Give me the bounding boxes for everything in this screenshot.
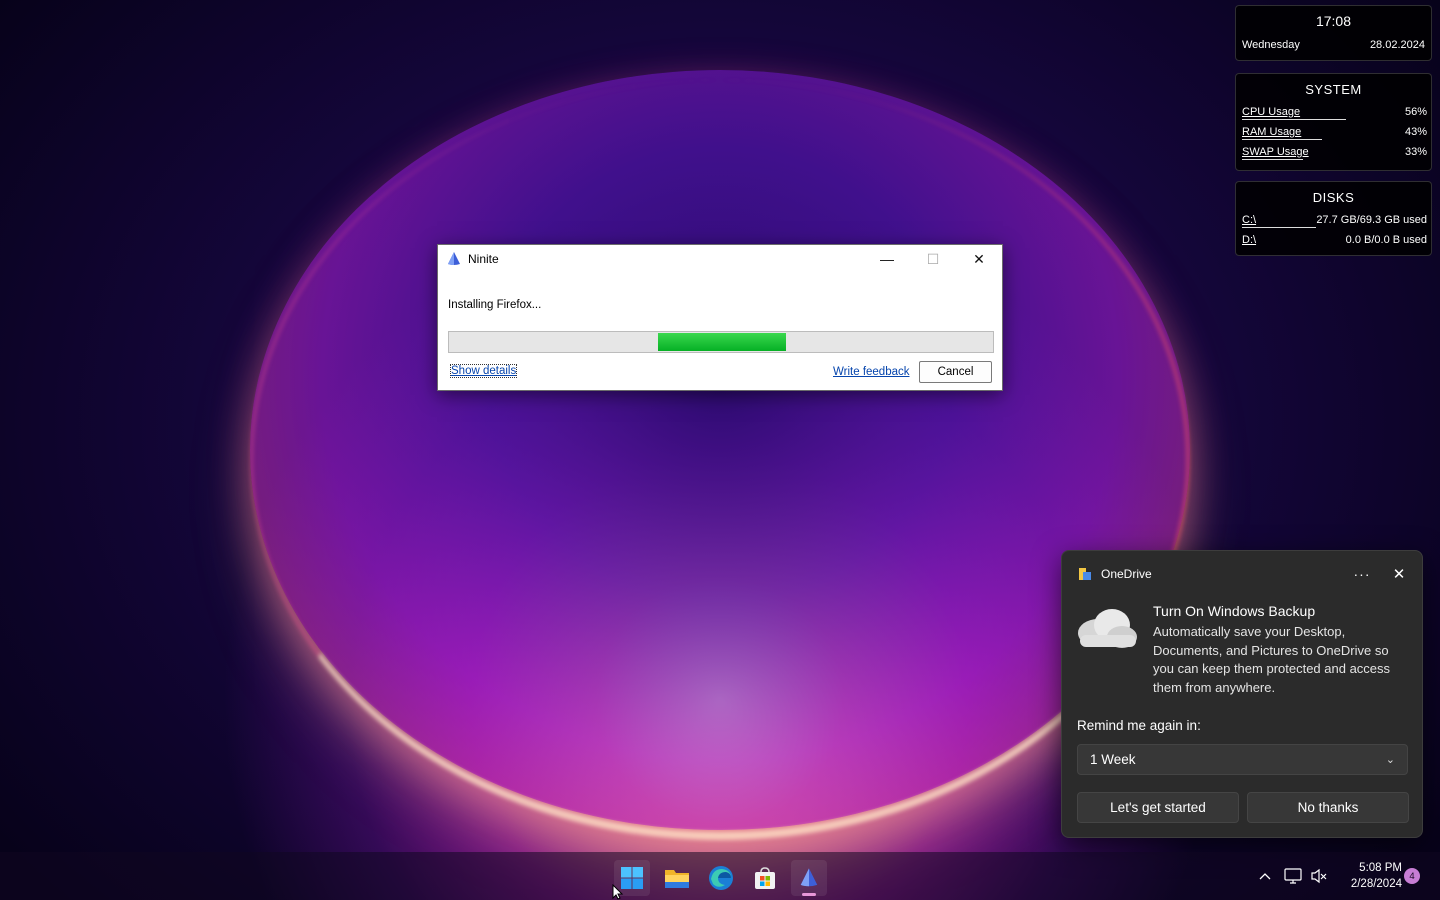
wallpaper-bloom-rim (250, 80, 1190, 840)
disk-c-label[interactable]: C:\ (1242, 211, 1256, 231)
remind-label: Remind me again in: (1077, 718, 1201, 733)
ram-usage-value: 43% (1404, 126, 1427, 138)
ram-usage-row: RAM Usage 43% (1236, 123, 1431, 143)
cpu-usage-row: CPU Usage 56% (1236, 103, 1431, 123)
chevron-down-icon: ⌄ (1385, 754, 1395, 766)
notification-title: Turn On Windows Backup (1153, 603, 1316, 619)
taskbar-edge[interactable] (703, 860, 739, 896)
system-widget: SYSTEM CPU Usage 56% RAM Usage 43% SWAP … (1235, 73, 1432, 171)
maximize-button[interactable]: ☐ (910, 245, 956, 273)
minimize-button[interactable]: — (864, 245, 910, 273)
remind-interval-select[interactable]: 1 Week ⌄ (1077, 744, 1408, 775)
store-bag-icon (755, 867, 775, 889)
widget-time: 17:08 (1315, 13, 1352, 29)
system-widget-title: SYSTEM (1305, 82, 1362, 97)
disk-d-label[interactable]: D:\ (1242, 231, 1256, 251)
cpu-usage-value: 56% (1404, 106, 1427, 118)
lets-get-started-button[interactable]: Let's get started (1077, 792, 1239, 823)
cpu-usage-bar (1242, 119, 1346, 120)
close-icon[interactable]: ✕ (1390, 565, 1408, 583)
clock-widget: 17:08 Wednesday 28.02.2024 (1235, 5, 1432, 61)
no-thanks-button[interactable]: No thanks (1247, 792, 1409, 823)
remind-interval-value: 1 Week (1090, 752, 1136, 767)
mouse-cursor-icon (612, 884, 624, 900)
install-progress-fill (658, 333, 787, 351)
ninite-window: Ninite — ☐ ✕ Installing Firefox... Show … (437, 244, 1003, 391)
volume-muted-icon[interactable] (1308, 852, 1330, 900)
widget-date: 28.02.2024 (1369, 39, 1425, 51)
close-button[interactable]: ✕ (956, 245, 1002, 273)
notification-body: Automatically save your Desktop, Documen… (1153, 624, 1391, 696)
taskbar-file-explorer[interactable] (659, 860, 695, 896)
disk-d-value: 0.0 B/0.0 B used (1345, 234, 1427, 246)
network-icon[interactable] (1282, 852, 1304, 900)
disk-c-value: 27.7 GB/69.3 GB used (1316, 214, 1427, 226)
edge-browser-icon (709, 866, 733, 890)
taskbar-clock[interactable]: 5:08 PM 2/28/2024 (1336, 860, 1402, 892)
disks-widget: DISKS C:\ 27.7 GB/69.3 GB used D:\ 0.0 B… (1235, 181, 1432, 256)
disks-widget-title: DISKS (1312, 190, 1355, 205)
cancel-button[interactable]: Cancel (919, 361, 992, 383)
taskbar: 5:08 PM 2/28/2024 (0, 852, 1440, 900)
show-hidden-icons-button[interactable] (1255, 852, 1275, 900)
widget-day: Wednesday (1242, 39, 1300, 51)
notification-count-badge[interactable]: 4 (1404, 868, 1420, 884)
swap-usage-bar (1242, 159, 1304, 160)
notification-app-name: OneDrive (1101, 567, 1152, 581)
swap-usage-row: SWAP Usage 33% (1236, 143, 1431, 163)
swap-usage-label[interactable]: SWAP Usage (1242, 143, 1309, 163)
ninite-taskbar-icon (800, 868, 818, 887)
taskbar-time: 5:08 PM (1359, 862, 1402, 874)
onedrive-cloud-icon (1078, 609, 1137, 648)
ninite-app-icon (448, 252, 460, 265)
taskbar-date: 2/28/2024 (1350, 878, 1402, 890)
chevron-up-icon (1259, 873, 1271, 880)
install-progress-bar (448, 331, 994, 353)
ram-usage-label[interactable]: RAM Usage (1242, 123, 1301, 143)
taskbar-store[interactable] (747, 860, 783, 896)
running-app-indicator (802, 893, 816, 896)
disk-c-bar (1242, 227, 1316, 228)
write-feedback-link[interactable]: Write feedback (833, 366, 910, 378)
more-options-icon[interactable]: ··· (1350, 566, 1374, 582)
ninite-titlebar[interactable]: Ninite — ☐ ✕ (438, 245, 1002, 273)
taskbar-ninite[interactable] (791, 860, 827, 896)
ram-usage-bar (1242, 139, 1322, 140)
folder-icon (665, 870, 689, 888)
disk-c-row: C:\ 27.7 GB/69.3 GB used (1236, 211, 1431, 231)
show-details-link[interactable]: Show details (449, 364, 518, 378)
disk-d-row: D:\ 0.0 B/0.0 B used (1236, 231, 1431, 251)
onedrive-notification: OneDrive ··· ✕ Turn On Windows Backup Au… (1061, 550, 1423, 838)
onedrive-app-icon (1079, 568, 1091, 580)
swap-usage-value: 33% (1404, 146, 1427, 158)
cpu-usage-label[interactable]: CPU Usage (1242, 103, 1300, 123)
install-status-text: Installing Firefox... (448, 299, 542, 311)
ninite-window-title: Ninite (468, 252, 499, 266)
